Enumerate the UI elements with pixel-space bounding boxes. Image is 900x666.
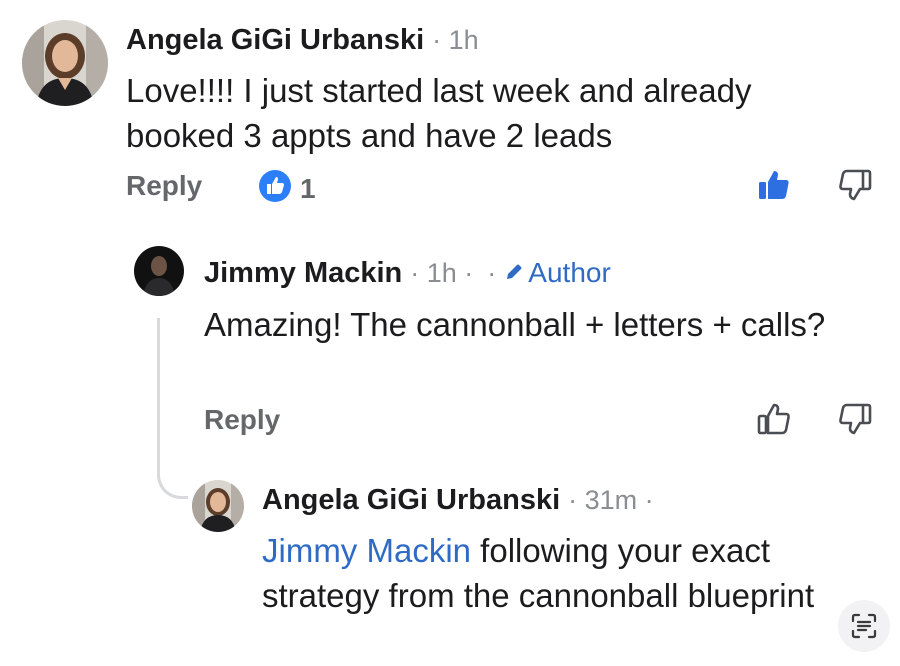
- avatar-jimmy[interactable]: [134, 246, 184, 296]
- pencil-icon: [504, 257, 524, 289]
- thumbs-up-icon[interactable]: [757, 402, 791, 441]
- reply-button[interactable]: Reply: [126, 170, 202, 202]
- avatar-angela[interactable]: [192, 480, 244, 532]
- reply-button[interactable]: Reply: [204, 404, 280, 436]
- author-badge-label: Author: [528, 257, 611, 288]
- comment-time: · 31m ·: [568, 485, 654, 515]
- reaction-count: 1: [300, 172, 316, 204]
- author-name[interactable]: Jimmy Mackin: [204, 257, 402, 290]
- author-name[interactable]: Angela GiGi Urbanski: [126, 24, 424, 57]
- comment-time: · 1h: [432, 25, 479, 55]
- comment-header: Angela GiGi Urbanski · 31m ·: [262, 484, 654, 517]
- comment-text: Jimmy Mackin following your exact strate…: [262, 528, 862, 618]
- avatar-angela[interactable]: [22, 20, 108, 106]
- text-scan-icon[interactable]: [838, 600, 890, 652]
- author-badge: Author: [504, 257, 611, 289]
- comment-text: Amazing! The cannonball + letters + call…: [204, 306, 826, 343]
- thread-connector: [157, 318, 188, 499]
- comment-time: · 1h ·: [410, 258, 474, 288]
- like-reaction-icon: [258, 169, 292, 208]
- author-name[interactable]: Angela GiGi Urbanski: [262, 484, 560, 517]
- thumbs-up-icon[interactable]: [757, 168, 791, 207]
- thumbs-down-icon[interactable]: [838, 402, 872, 441]
- comment-header: Jimmy Mackin · 1h · · Author: [204, 257, 611, 290]
- reaction-summary[interactable]: 1: [258, 169, 316, 208]
- comment-header: Angela GiGi Urbanski · 1h: [126, 24, 479, 57]
- separator-dot: ·: [487, 258, 497, 288]
- comment-text: Love!!!! I just started last week and al…: [126, 72, 752, 154]
- mention-link[interactable]: Jimmy Mackin: [262, 532, 471, 569]
- thumbs-down-icon[interactable]: [838, 168, 872, 207]
